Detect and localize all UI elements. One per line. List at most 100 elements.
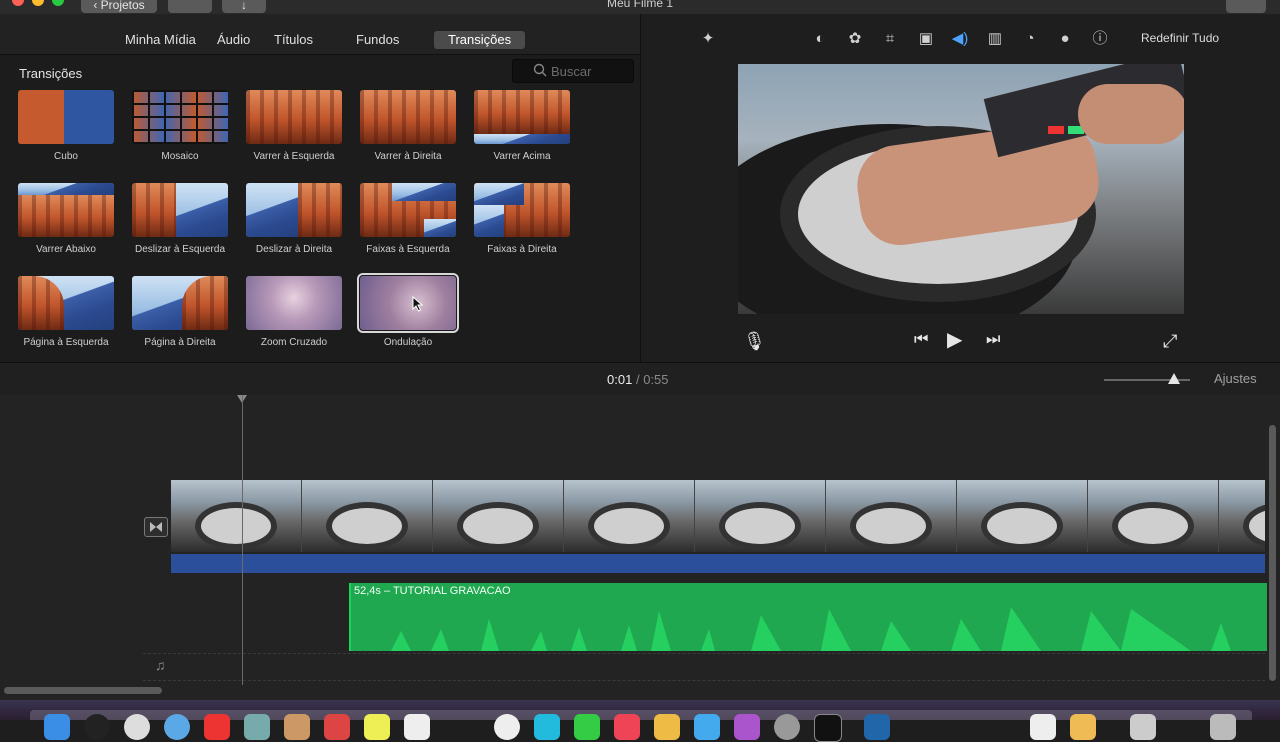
terminal-icon[interactable] [814,714,842,742]
tab-transitions[interactable]: Transições [434,31,526,49]
transition-wipe-left[interactable]: Varrer à Esquerda [239,90,349,162]
transition-wipe-up[interactable]: Varrer Acima [467,90,577,162]
tab-my-media[interactable]: Minha Mídia [125,31,196,49]
app-icon[interactable] [774,714,800,740]
launchpad-icon[interactable] [84,714,110,740]
zoom-slider-knob[interactable] [1168,373,1180,384]
clip-frame [1088,480,1219,552]
color-balance-icon[interactable]: ◐ [811,30,829,48]
fullscreen-icon[interactable]: ⤢ [1163,331,1177,352]
viewer-pane: ✦ ◐ ✿ ⌗ ▣ ◀) ▥ ◔ ● ⓘ Redefinir Tudo 🎙 ⏮ … [641,14,1280,362]
timecode: 0:01 / 0:55 [607,372,669,387]
app-store-icon[interactable] [164,714,190,740]
transition-label: Varrer Acima [493,151,551,162]
transition-mosaic[interactable]: Mosaico [125,90,235,162]
magic-wand-icon[interactable]: ✦ [699,30,717,48]
section-title: Transições [19,66,83,81]
transition-thumbnail [132,183,228,237]
transition-label: Faixas à Esquerda [366,244,450,255]
transition-label: Zoom Cruzado [260,337,328,348]
transition-bands-left[interactable]: Faixas à Esquerda [353,183,463,255]
stabilization-icon[interactable]: ▣ [917,30,935,48]
app-icon[interactable] [404,714,430,740]
app-icon[interactable] [534,714,560,740]
messages-icon[interactable] [574,714,600,740]
app-icon[interactable] [1070,714,1096,740]
safari-icon[interactable] [124,714,150,740]
color-palette-icon[interactable]: ✿ [846,30,864,48]
trash-icon[interactable] [1210,714,1236,740]
dock [0,700,1280,742]
time-separator: / [635,372,640,387]
speed-icon[interactable]: ◔ [1021,30,1039,48]
app-icon[interactable] [694,714,720,740]
transition-slide-left[interactable]: Deslizar à Esquerda [125,183,235,255]
bowtie-icon [150,522,162,532]
app-icon[interactable] [324,714,350,740]
music-track-lane[interactable]: ♫ [143,653,1265,681]
app-icon[interactable] [614,714,640,740]
settings-button[interactable]: Ajustes [1214,371,1257,386]
cursor-arrow-icon [412,296,424,312]
tab-backgrounds[interactable]: Fundos [356,31,399,49]
transition-thumbnail [18,183,114,237]
app-icon[interactable] [864,714,890,740]
tab-titles[interactable]: Títulos [274,31,313,49]
transition-marker-icon[interactable] [144,517,168,537]
transition-label: Cubo [54,151,78,162]
share-button[interactable] [1226,0,1266,13]
music-note-icon: ♫ [155,657,166,673]
tab-audio[interactable]: Áudio [217,31,250,49]
notes-icon[interactable] [364,714,390,740]
equalizer-icon[interactable]: ▥ [986,30,1004,48]
audio-clip[interactable]: 52,4s – TUTORIAL GRAVACAO [349,583,1267,651]
window-title: Meu Filme 1 [606,0,674,10]
transition-wipe-down[interactable]: Varrer Abaixo [11,183,121,255]
app-icon[interactable] [734,714,760,740]
search-placeholder: Buscar [551,64,592,79]
finder-icon[interactable] [44,714,70,740]
search-field[interactable]: Buscar [512,59,634,83]
transition-thumbnail [360,90,456,144]
reset-all-button[interactable]: Redefinir Tudo [1141,31,1219,45]
transition-thumbnail [246,90,342,144]
volume-icon[interactable]: ◀) [951,30,969,48]
timeline-header: 0:01 / 0:55 Ajustes [0,362,1280,396]
transition-cross-zoom[interactable]: Zoom Cruzado [239,276,349,348]
app-icon[interactable] [1030,714,1056,740]
transition-page-left[interactable]: Página à Esquerda [11,276,121,348]
timeline[interactable]: 52,4s – TUTORIAL GRAVACAO ♫ [0,395,1280,700]
transition-slide-right[interactable]: Deslizar à Direita [239,183,349,255]
transition-label: Faixas à Direita [487,244,557,255]
transition-label: Deslizar à Direita [255,244,333,255]
app-icon[interactable] [494,714,520,740]
transition-label: Varrer à Esquerda [253,151,335,162]
playhead[interactable] [242,395,243,685]
app-icon[interactable] [284,714,310,740]
search-icon [533,63,547,77]
microphone-icon[interactable]: 🎙 [743,331,766,352]
app-icon[interactable] [654,714,680,740]
app-icon[interactable] [244,714,270,740]
app-icon[interactable] [204,714,230,740]
crop-icon[interactable]: ⌗ [881,30,899,48]
vertical-scrollbar[interactable] [1269,425,1276,681]
clip-frame [302,480,433,552]
transition-ripple[interactable]: Ondulação [353,273,463,348]
noise-filter-icon[interactable]: ● [1056,30,1074,48]
transition-bands-right[interactable]: Faixas à Direita [467,183,577,255]
video-clip[interactable] [171,480,1265,552]
skip-back-icon[interactable]: ⏮ [914,331,928,349]
transition-thumbnail [132,90,228,144]
transition-wipe-right[interactable]: Varrer à Direita [353,90,463,162]
transition-cube[interactable]: Cubo [11,90,121,162]
transition-page-right[interactable]: Página à Direita [125,276,235,348]
clip-audio-bar[interactable] [171,554,1265,573]
app-icon[interactable] [1130,714,1156,740]
info-icon[interactable]: ⓘ [1091,30,1109,48]
transition-label: Mosaico [161,151,199,162]
skip-forward-icon[interactable]: ⏭ [986,331,1000,349]
play-icon[interactable]: ▶ [947,327,962,352]
horizontal-scrollbar[interactable] [4,687,162,694]
transition-label: Página à Direita [144,337,216,348]
